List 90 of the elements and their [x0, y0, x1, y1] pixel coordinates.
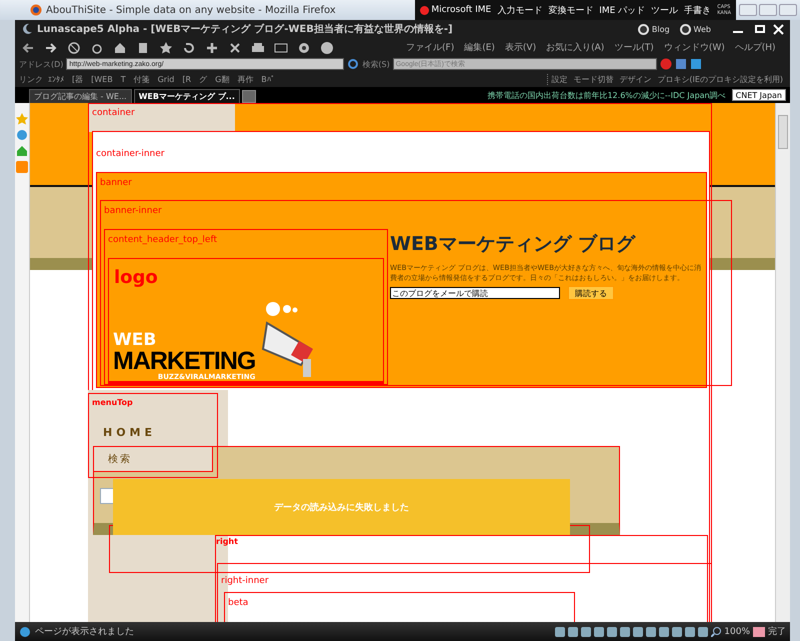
- tray-icon[interactable]: [685, 626, 696, 636]
- tray-icon[interactable]: [581, 626, 592, 636]
- tray-icon[interactable]: [698, 626, 708, 636]
- toolbar-button[interactable]: プロキシ(IEのプロキシ設定を利用): [654, 74, 786, 84]
- tray-icon[interactable]: [555, 626, 566, 636]
- star-icon[interactable]: [159, 40, 173, 54]
- outline-label: beta: [228, 598, 248, 608]
- ime-button[interactable]: 入力モード: [494, 4, 546, 16]
- zoom-icon[interactable]: [711, 626, 722, 636]
- outline-label: banner-inner: [104, 206, 162, 216]
- house-icon[interactable]: [16, 145, 28, 157]
- toolbar-button[interactable]: デザイン: [616, 74, 654, 84]
- outline-label: menuTop: [92, 398, 133, 407]
- logo-label: logo: [114, 267, 158, 288]
- link-button[interactable]: [WEB: [88, 74, 116, 84]
- menu-item[interactable]: ヘルプ(H): [732, 41, 779, 54]
- zoom-level[interactable]: 100%: [724, 626, 750, 636]
- tab[interactable]: ブログ記事の編集 - WE...: [29, 89, 132, 103]
- close-icon[interactable]: [228, 40, 242, 54]
- new-tab-button[interactable]: [242, 90, 256, 103]
- close-icon[interactable]: [773, 24, 784, 34]
- tray-icon[interactable]: [607, 626, 618, 636]
- toolbar-button[interactable]: 設定: [548, 74, 570, 84]
- tray-icon[interactable]: [620, 626, 630, 636]
- menu-item[interactable]: ファイル(F): [403, 41, 458, 54]
- link-button[interactable]: グ: [196, 74, 210, 84]
- address-label: アドレス(D): [19, 58, 64, 70]
- ime-button[interactable]: 手書き: [681, 4, 714, 16]
- undo-icon[interactable]: [182, 40, 196, 54]
- search-label: 検索(S): [362, 58, 390, 70]
- menu-item[interactable]: 編集(E): [461, 41, 498, 54]
- subscribe-button[interactable]: 購読する: [568, 286, 614, 300]
- link-button[interactable]: 再作: [234, 74, 256, 84]
- menu-item[interactable]: お気に入り(A): [543, 41, 608, 54]
- link-button[interactable]: 付箋: [130, 74, 153, 84]
- outline-label: right-inner: [221, 576, 269, 586]
- news-source-dropdown[interactable]: CNET Japan: [732, 89, 786, 101]
- logo-text: WEB: [113, 332, 158, 349]
- error-toast: データの読み込みに失敗しました: [113, 479, 570, 535]
- outline-label: right: [216, 537, 238, 546]
- link-button[interactable]: [器: [69, 74, 86, 84]
- news-ticker[interactable]: 携帯電話の国内出荷台数は前年比12.6%の減少に--IDC Japan調べ: [487, 90, 726, 100]
- moon-icon: [21, 23, 33, 35]
- tray-icon[interactable]: [672, 626, 682, 636]
- tray-icon[interactable]: [633, 626, 644, 636]
- status-text: ページが表示されました: [35, 626, 134, 638]
- mode-radio[interactable]: Web: [680, 24, 711, 34]
- ime-button[interactable]: ツール: [648, 4, 682, 16]
- link-button[interactable]: T: [118, 74, 129, 84]
- tray-icon[interactable]: [568, 626, 578, 636]
- outline-label: container: [92, 108, 135, 118]
- link-button[interactable]: ｴﾝﾀﾒ: [45, 74, 67, 84]
- stop-icon[interactable]: [67, 40, 81, 54]
- mode-radio[interactable]: Blog: [638, 24, 670, 34]
- toolbar-button[interactable]: モード切替: [570, 74, 616, 84]
- tab[interactable]: WEBマーケティング ブ...: [134, 89, 240, 103]
- menu-link[interactable]: 検索: [93, 446, 213, 472]
- scrollbar-thumb[interactable]: [778, 115, 788, 149]
- menu-item[interactable]: ウィンドウ(W): [660, 41, 728, 54]
- links-label: リンク: [19, 74, 43, 84]
- scrollbar[interactable]: [775, 103, 790, 622]
- link-button[interactable]: Bﾊﾟ: [258, 74, 278, 84]
- home-icon[interactable]: [113, 40, 127, 54]
- tv-icon[interactable]: [274, 40, 288, 54]
- window-title: Lunascape5 Alpha - [WEBマーケティング ブログ-WEB担当者に有益な世界の情報を-]: [37, 22, 454, 36]
- plus-icon[interactable]: [205, 40, 219, 54]
- link-button[interactable]: [R: [179, 74, 194, 84]
- forward-arrow-icon[interactable]: [44, 40, 58, 54]
- tray-icon[interactable]: [594, 626, 604, 636]
- blog-title: WEBマーケティング ブログ: [390, 232, 637, 257]
- logo-text: MARKETING: [113, 349, 256, 374]
- ime-button[interactable]: IME パッド: [596, 4, 648, 16]
- window-title: AbouThiSite - Simple data on any website - Mozilla Firefox: [46, 4, 337, 16]
- outline-label: content_header_top_left: [108, 235, 217, 245]
- link-button[interactable]: G翻: [212, 74, 232, 84]
- link-button[interactable]: Grid: [154, 74, 178, 84]
- ime-button[interactable]: Microsoft IME: [417, 5, 494, 15]
- tray-icon[interactable]: [646, 626, 656, 636]
- outline-label: container-inner: [96, 149, 164, 159]
- back-arrow-icon[interactable]: [21, 40, 35, 54]
- subscribe-field[interactable]: このブログをメールで購読: [390, 287, 560, 299]
- tray-icon[interactable]: [659, 626, 670, 636]
- printer-icon[interactable]: [251, 40, 265, 54]
- ime-button[interactable]: 変換モード: [545, 4, 596, 16]
- menu-item[interactable]: ツール(T): [611, 41, 657, 54]
- star-icon[interactable]: [16, 113, 28, 125]
- menu-item[interactable]: 表示(V): [502, 41, 540, 54]
- menu-link[interactable]: HOME: [103, 426, 156, 439]
- outline-label: banner: [100, 178, 132, 188]
- load-status: 完了: [768, 626, 786, 638]
